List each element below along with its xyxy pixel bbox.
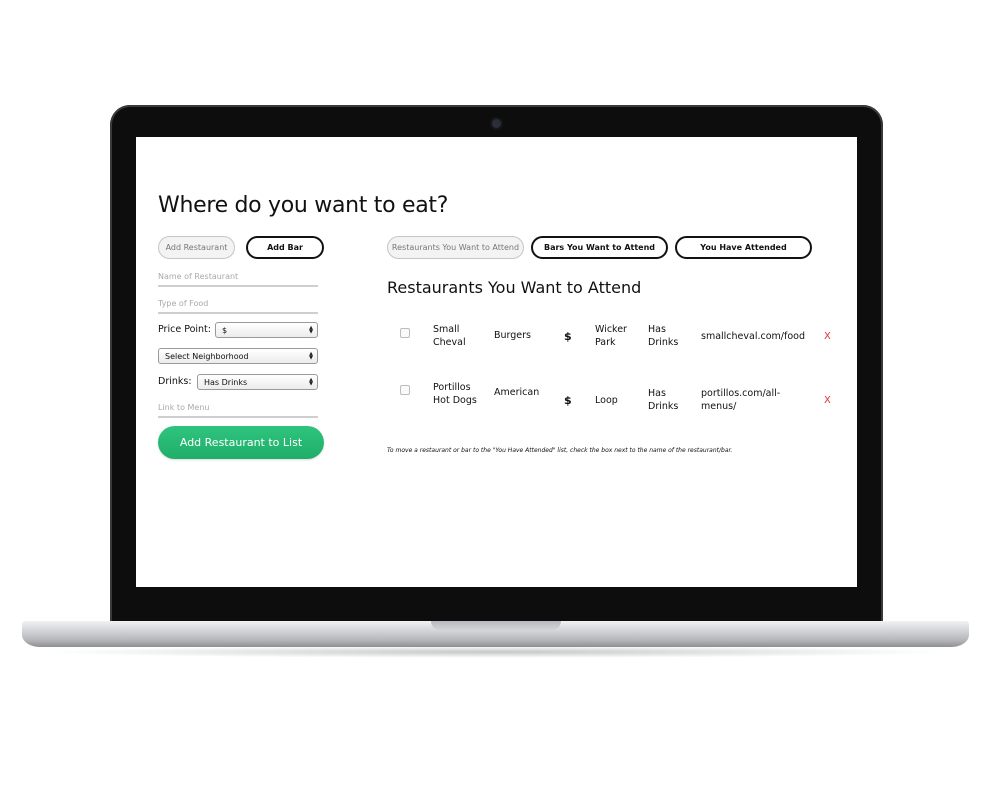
laptop-shadow: [40, 646, 951, 658]
food-type: American: [494, 387, 540, 398]
menu-link-field[interactable]: [158, 398, 318, 418]
menu-link[interactable]: portillos.com/all-menus/: [701, 387, 797, 413]
food-type: Burgers: [494, 330, 532, 341]
laptop-base: [22, 621, 969, 647]
neighborhood-select[interactable]: Select Neighborhood ▲ ▼: [158, 348, 318, 364]
list-item: Portillos Hot Dogs American $ Loop Has D…: [387, 381, 847, 431]
restaurant-name: Small Cheval: [433, 324, 466, 348]
select-arrows-icon: ▲ ▼: [309, 351, 313, 361]
list-title: Restaurants You Want to Attend: [387, 278, 642, 297]
menu-link-input[interactable]: [158, 403, 318, 412]
food-type-input[interactable]: [158, 299, 318, 308]
food-type-field[interactable]: [158, 294, 318, 314]
drinks-label: Drinks:: [158, 376, 192, 387]
camera-icon: [492, 119, 501, 128]
price-select-value: $: [222, 325, 228, 335]
laptop-notch: [431, 621, 561, 630]
attended-checkbox[interactable]: [400, 385, 410, 395]
restaurant-name-input[interactable]: [158, 272, 318, 281]
drinks: Has Drinks: [648, 388, 679, 412]
drinks-select[interactable]: Has Drinks ▲ ▼: [197, 374, 318, 390]
remove-button[interactable]: X: [824, 394, 831, 407]
price-point: $: [564, 330, 572, 343]
select-arrows-icon: ▲ ▼: [309, 325, 313, 335]
add-restaurant-button[interactable]: Add Restaurant to List: [158, 426, 324, 459]
tab-bars-to-attend[interactable]: Bars You Want to Attend: [531, 236, 668, 259]
tab-restaurants-to-attend[interactable]: Restaurants You Want to Attend: [387, 236, 524, 259]
tab-add-restaurant[interactable]: Add Restaurant: [158, 236, 235, 259]
list-item: Small Cheval Burgers $ Wicker Park Has D…: [387, 323, 847, 373]
restaurant-name: Portillos Hot Dogs: [433, 382, 477, 406]
neighborhood: Wicker Park: [595, 324, 627, 348]
tab-add-bar[interactable]: Add Bar: [246, 236, 324, 259]
price-point: $: [564, 394, 572, 407]
restaurant-name-field[interactable]: [158, 267, 318, 287]
neighborhood: Loop: [595, 395, 618, 406]
tab-have-attended[interactable]: You Have Attended: [675, 236, 812, 259]
remove-button[interactable]: X: [824, 330, 831, 343]
drinks: Has Drinks: [648, 324, 679, 348]
select-arrows-icon: ▲ ▼: [309, 377, 313, 387]
menu-link[interactable]: smallcheval.com/food: [701, 330, 805, 343]
drinks-select-value: Has Drinks: [204, 377, 248, 387]
price-label: Price Point:: [158, 324, 211, 335]
attended-checkbox[interactable]: [400, 328, 410, 338]
price-select[interactable]: $ ▲ ▼: [215, 322, 318, 338]
neighborhood-select-value: Select Neighborhood: [165, 351, 249, 361]
instruction-note: To move a restaurant or bar to the "You …: [387, 447, 733, 454]
app-screen: Where do you want to eat? Add Restaurant…: [136, 137, 857, 587]
page-title: Where do you want to eat?: [158, 193, 449, 218]
